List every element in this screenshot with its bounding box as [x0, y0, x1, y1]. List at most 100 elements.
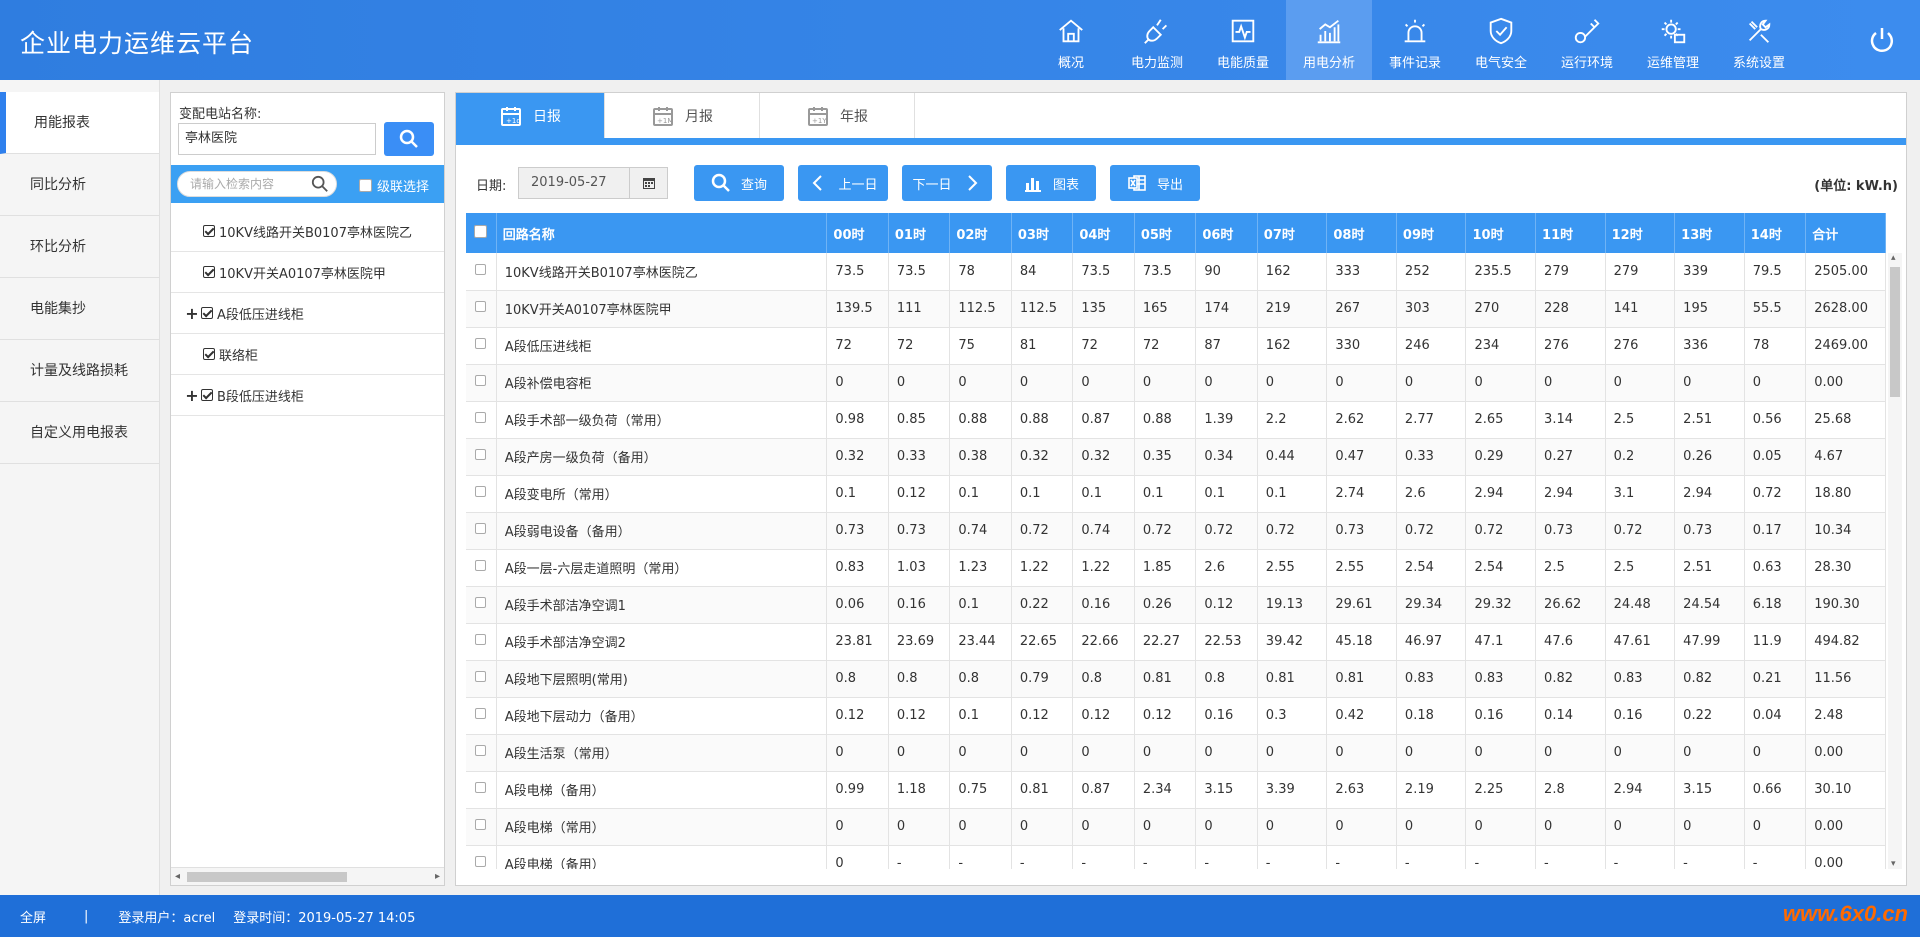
row-checkbox[interactable]	[475, 745, 487, 756]
nav-item-event-log[interactable]: 事件记录	[1372, 0, 1458, 80]
row-checkbox[interactable]	[475, 523, 487, 534]
menu-item-yoy-analysis[interactable]: 同比分析	[0, 154, 159, 216]
row-checkbox[interactable]	[475, 634, 487, 645]
table-row[interactable]: A段电梯（常用） 0 0 0 0 0 0 0 0 0 0 0 0 0 0 0 0.00	[466, 808, 1886, 846]
table-row[interactable]: A段手术部洁净空调2 23.81 23.69 23.44 22.65 22.66 22.27…	[466, 623, 1886, 661]
cascade-checkbox[interactable]	[359, 179, 372, 192]
tree-node[interactable]: 10KV开关A0107亭林医院甲	[171, 252, 444, 293]
scroll-right-icon[interactable]: ▸	[435, 871, 440, 882]
table-row[interactable]: A段变电所（常用） 0.1 0.12 0.1 0.1 0.1 0.1 0.1 0.1 2.74 2.…	[466, 475, 1886, 513]
row-checkbox[interactable]	[475, 708, 487, 719]
tab-yearly[interactable]: +1Y 年报	[760, 93, 915, 138]
tree-node[interactable]: + B段低压进线柜	[171, 375, 444, 416]
row-checkbox-cell[interactable]	[466, 401, 497, 439]
row-checkbox[interactable]	[475, 301, 487, 312]
tree-node[interactable]: 联络柜	[171, 334, 444, 375]
table-row[interactable]: A段电梯（备用） 0- - - - - - - - - - - - - -0.00	[466, 845, 1886, 869]
table-row[interactable]: A段弱电设备（备用） 0.73 0.73 0.74 0.72 0.74 0.72 0.72 0.…	[466, 512, 1886, 550]
search-icon[interactable]	[311, 175, 329, 193]
menu-item-line-loss[interactable]: 计量及线路损耗	[0, 340, 159, 402]
nav-item-power-quality[interactable]: 电能质量	[1200, 0, 1286, 80]
row-checkbox[interactable]	[475, 856, 487, 867]
row-checkbox-cell[interactable]	[466, 697, 497, 735]
export-button[interactable]: 导出	[1110, 165, 1200, 201]
scroll-up-icon[interactable]: ▴	[1891, 253, 1896, 263]
check-icon[interactable]	[203, 348, 215, 360]
nav-item-environment[interactable]: 运行环境	[1544, 0, 1630, 80]
row-checkbox[interactable]	[475, 449, 487, 460]
table-row[interactable]: A段手术部一级负荷（常用） 0.98 0.85 0.88 0.88 0.87 0.88 1.3…	[466, 401, 1886, 439]
query-button[interactable]: 查询	[694, 165, 784, 201]
row-checkbox[interactable]	[475, 782, 487, 793]
row-checkbox-cell[interactable]	[466, 475, 497, 513]
table-row[interactable]: A段地下层动力（备用） 0.12 0.12 0.1 0.12 0.12 0.12 0.16 0.…	[466, 697, 1886, 735]
nav-item-power-monitor[interactable]: 电力监测	[1114, 0, 1200, 80]
station-input[interactable]: 亭林医院	[178, 123, 376, 155]
check-icon[interactable]	[203, 266, 215, 278]
fullscreen-link[interactable]: 全屏	[20, 907, 46, 926]
tree-node[interactable]: + A段低压进线柜	[171, 293, 444, 334]
cascade-select[interactable]: 级联选择	[359, 176, 429, 195]
nav-item-usage-analysis[interactable]: 用电分析	[1286, 0, 1372, 80]
menu-item-mom-analysis[interactable]: 环比分析	[0, 216, 159, 278]
row-checkbox[interactable]	[475, 597, 487, 608]
row-checkbox-cell[interactable]	[466, 845, 497, 869]
row-checkbox[interactable]	[475, 412, 487, 423]
table-row[interactable]: A段地下层照明(常用) 0.8 0.8 0.8 0.79 0.8 0.81 0.8 0.81 0.…	[466, 660, 1886, 698]
table-row[interactable]: A段低压进线柜 72 72 75 81 72 72 87 162 330 246 234 276 276 3…	[466, 327, 1886, 365]
check-icon[interactable]	[201, 307, 213, 319]
scroll-down-icon[interactable]: ▾	[1891, 859, 1896, 869]
table-row[interactable]: A段手术部洁净空调1 0.06 0.16 0.1 0.22 0.16 0.26 0.12 19.…	[466, 586, 1886, 624]
row-checkbox-cell[interactable]	[466, 660, 497, 698]
row-checkbox-cell[interactable]	[466, 512, 497, 550]
next-day-button[interactable]: 下一日	[902, 165, 992, 201]
tree-horizontal-scrollbar[interactable]: ◂ ▸	[171, 867, 444, 885]
menu-item-custom-report[interactable]: 自定义用电报表	[0, 402, 159, 464]
row-checkbox[interactable]	[475, 338, 487, 349]
calendar-picker-button[interactable]	[630, 167, 668, 199]
check-icon[interactable]	[203, 225, 215, 237]
nav-item-system-settings[interactable]: 系统设置	[1716, 0, 1802, 80]
check-icon[interactable]	[201, 389, 213, 401]
menu-item-meter-reading[interactable]: 电能集抄	[0, 278, 159, 340]
expand-plus-icon[interactable]: +	[185, 386, 199, 405]
menu-item-energy-report[interactable]: 用能报表	[0, 92, 159, 154]
row-checkbox-cell[interactable]	[466, 586, 497, 624]
table-row[interactable]: A段生活泵（常用） 0 0 0 0 0 0 0 0 0 0 0 0 0 0 0 0.00	[466, 734, 1886, 772]
row-checkbox[interactable]	[475, 263, 487, 275]
prev-day-button[interactable]: 上一日	[798, 165, 888, 201]
row-checkbox-cell[interactable]	[466, 290, 497, 328]
row-checkbox-cell[interactable]	[466, 734, 497, 772]
row-checkbox-cell[interactable]	[466, 623, 497, 661]
table-row[interactable]: 10KV线路开关B0107亭林医院乙 73.5 73.5 78 84 73.5 73.5 90…	[466, 253, 1886, 291]
scroll-left-icon[interactable]: ◂	[175, 871, 180, 882]
row-checkbox-cell[interactable]	[466, 438, 497, 476]
row-checkbox-cell[interactable]	[466, 253, 497, 291]
table-row[interactable]: A段一层-六层走道照明（常用） 0.83 1.03 1.23 1.22 1.22 1.85 2…	[466, 549, 1886, 587]
table-row[interactable]: A段电梯（备用） 0.99 1.18 0.75 0.81 0.87 2.34 3.15 3.39…	[466, 771, 1886, 809]
row-checkbox-cell[interactable]	[466, 364, 497, 402]
expand-plus-icon[interactable]: +	[185, 304, 199, 323]
tab-daily[interactable]: +1d 日报	[456, 93, 605, 138]
scroll-thumb[interactable]	[187, 872, 347, 882]
row-checkbox[interactable]	[475, 486, 487, 497]
station-search-button[interactable]	[384, 122, 434, 156]
select-all-checkbox[interactable]	[474, 224, 488, 238]
tree-node[interactable]: 10KV线路开关B0107亭林医院乙	[171, 211, 444, 252]
nav-item-electrical-safety[interactable]: 电气安全	[1458, 0, 1544, 80]
power-icon[interactable]	[1866, 24, 1898, 56]
row-checkbox[interactable]	[475, 375, 487, 386]
select-all-cell[interactable]	[466, 213, 497, 253]
nav-item-overview[interactable]: 概况	[1028, 0, 1114, 80]
row-checkbox-cell[interactable]	[466, 327, 497, 365]
chart-button[interactable]: 图表	[1006, 165, 1096, 201]
row-checkbox-cell[interactable]	[466, 549, 497, 587]
row-checkbox[interactable]	[475, 819, 487, 830]
row-checkbox-cell[interactable]	[466, 808, 497, 846]
scroll-thumb[interactable]	[1890, 267, 1900, 397]
table-vertical-scrollbar[interactable]: ▴ ▾	[1888, 253, 1902, 869]
row-checkbox-cell[interactable]	[466, 771, 497, 809]
table-row[interactable]: 10KV开关A0107亭林医院甲 139.5 111 112.5 112.5 135 165…	[466, 290, 1886, 328]
row-checkbox[interactable]	[475, 671, 487, 682]
tab-monthly[interactable]: +1M 月报	[605, 93, 760, 138]
